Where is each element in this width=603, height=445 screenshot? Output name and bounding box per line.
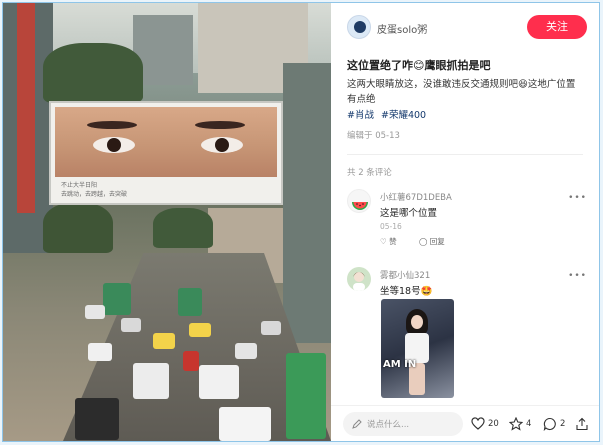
post-description: 这两大眼睛放这，没谁敢违反交通规则吧😆这地广位置 有点绝	[347, 79, 576, 105]
car	[219, 407, 271, 441]
commenter-name[interactable]: 雾都小仙321	[380, 269, 430, 281]
comment-text: 这是哪个位置	[380, 208, 438, 219]
like-button[interactable]: 20	[471, 416, 499, 432]
chat-icon	[543, 417, 556, 431]
comment-input[interactable]: 说点什么...	[343, 412, 463, 436]
post-image[interactable]: 不止大半日阳 去跳动，去跨越，去突破	[3, 3, 331, 441]
follow-button[interactable]: 关注	[527, 15, 587, 39]
divider	[347, 154, 583, 155]
car	[88, 343, 112, 361]
action-bar: 说点什么... 20 4 2	[331, 405, 599, 441]
car	[261, 321, 281, 335]
trees	[43, 203, 113, 253]
share-icon	[576, 417, 588, 431]
car	[199, 365, 239, 399]
comment-image[interactable]: AM IN	[381, 299, 454, 398]
edit-date: 编辑于 05-13	[347, 131, 400, 141]
person	[403, 309, 433, 395]
car	[85, 305, 105, 319]
car	[75, 398, 119, 440]
comment-item: 小红薯67D1DEBA 这是哪个位置 05-16 ♡ 赞 ◯ 回复 •••	[347, 189, 587, 249]
billboard-caption: 不止大半日阳 去跳动，去跨越，去突破	[61, 182, 128, 198]
post-detail-panel: 皮蛋solo粥 关注 这位置绝了咋😊鹰眼抓拍是吧 这两大眼睛放这，没谁敢违反交通…	[331, 3, 599, 441]
author-avatar[interactable]	[347, 15, 371, 39]
billboard-eyes	[55, 107, 277, 177]
collect-count: 4	[526, 419, 532, 429]
comment-count-footer: 2	[560, 419, 566, 429]
tag-link[interactable]: #荣耀400	[381, 110, 426, 121]
like-comment-button[interactable]: ♡ 赞	[380, 237, 407, 246]
comment-text: 坐等18号🤩	[380, 286, 433, 297]
taxi	[189, 323, 211, 337]
more-icon[interactable]: •••	[568, 271, 587, 281]
comment-actions: ♡ 赞 ◯ 回复	[380, 236, 465, 247]
trees	[153, 208, 213, 248]
post-tags: #肖战 #荣耀400	[347, 107, 430, 121]
car	[133, 363, 169, 399]
comment-count: 共 2 条评论	[347, 168, 392, 178]
car	[121, 318, 141, 332]
bus	[103, 283, 131, 315]
reply-comment-button[interactable]: ◯ 回复	[419, 237, 455, 246]
car	[235, 343, 257, 359]
comment-button[interactable]: 2	[543, 416, 565, 432]
more-icon[interactable]: •••	[568, 193, 587, 203]
bus	[286, 353, 326, 439]
trees	[43, 43, 143, 103]
comment-image-text: AM IN	[383, 359, 417, 370]
share-button[interactable]	[575, 416, 589, 432]
star-icon	[509, 417, 523, 431]
like-count: 20	[488, 419, 499, 429]
commenter-name[interactable]: 小红薯67D1DEBA	[380, 191, 452, 203]
heart-icon	[471, 417, 485, 430]
tag-link[interactable]: #肖战	[347, 110, 374, 121]
taxi	[153, 333, 175, 349]
commenter-avatar[interactable]	[347, 267, 371, 291]
collect-button[interactable]: 4	[509, 416, 531, 432]
author-name[interactable]: 皮蛋solo粥	[377, 21, 427, 36]
comment-input-placeholder: 说点什么...	[367, 420, 410, 430]
building	[283, 63, 331, 343]
comment-date: 05-16	[380, 222, 402, 231]
bus	[178, 288, 202, 316]
pen-icon	[352, 419, 362, 429]
app-window: 不止大半日阳 去跳动，去跨越，去突破 皮蛋solo粥 关注 这位置绝了咋😊鹰眼抓…	[2, 2, 600, 442]
post-header: 皮蛋solo粥 关注	[347, 13, 587, 43]
building-red-sign	[17, 3, 35, 213]
car-red	[183, 351, 199, 371]
commenter-avatar[interactable]	[347, 189, 371, 213]
billboard: 不止大半日阳 去跳动，去跨越，去突破	[49, 101, 283, 205]
post-title: 这位置绝了咋😊鹰眼抓拍是吧	[347, 59, 491, 72]
